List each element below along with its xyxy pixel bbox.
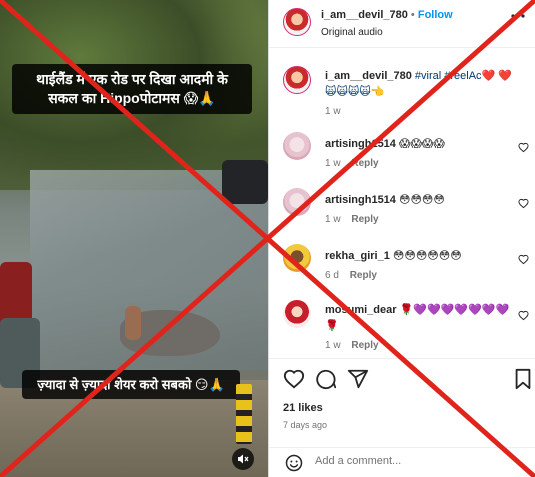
- avatar[interactable]: [283, 188, 311, 216]
- video-caption-top: थाईलैंड में एक रोड पर दिखा आदमी के सकल क…: [12, 64, 252, 114]
- comment-time: 1 w: [325, 158, 341, 169]
- heart-icon[interactable]: [517, 254, 529, 266]
- list-item: artisingh1514 😱😱😱😱: [325, 136, 445, 152]
- comment-meta: 1 w Reply: [325, 214, 379, 225]
- comment-input[interactable]: [315, 455, 515, 467]
- heart-icon[interactable]: [517, 310, 529, 322]
- comment-time: 1 w: [325, 214, 341, 225]
- comment-text: 😱😱😱😱: [398, 138, 445, 150]
- smiley-icon[interactable]: [285, 454, 303, 477]
- reply-button[interactable]: Reply: [351, 340, 378, 351]
- avatar[interactable]: [283, 300, 311, 328]
- post-time: 7 days ago: [283, 420, 328, 430]
- audio-label[interactable]: Original audio: [321, 27, 383, 38]
- heart-icon[interactable]: [283, 368, 305, 390]
- separator-dot: •: [410, 9, 415, 21]
- avatar[interactable]: [283, 244, 311, 272]
- reply-button[interactable]: Reply: [351, 158, 378, 169]
- paper-plane-icon[interactable]: [347, 368, 369, 390]
- speaker-muted-icon[interactable]: [232, 448, 254, 470]
- comment-meta: 1 w Reply: [325, 340, 379, 351]
- post-panel: i_am__devil_780 • Follow Original audio …: [268, 0, 535, 477]
- more-horizontal-icon[interactable]: [510, 8, 526, 29]
- heart-icon[interactable]: [517, 142, 529, 154]
- comment-username[interactable]: artisingh1514: [325, 194, 396, 206]
- comment-meta: 6 d Reply: [325, 270, 377, 281]
- post-media[interactable]: थाईलैंड में एक रोड पर दिखा आदमी के सकल क…: [0, 0, 268, 477]
- comment-username[interactable]: rekha_giri_1: [325, 250, 390, 262]
- action-bar: [269, 358, 535, 398]
- media-signpost: [236, 384, 252, 444]
- post-author[interactable]: i_am__devil_780: [321, 9, 408, 21]
- add-comment-bar: [269, 447, 535, 477]
- reply-button[interactable]: Reply: [350, 270, 377, 281]
- comment-icon[interactable]: [315, 368, 337, 390]
- follow-button[interactable]: Follow: [418, 9, 453, 21]
- comment-meta: 1 w Reply: [325, 158, 379, 169]
- list-item: mosumi_dear 🌹💜💜💜💜💜💜💜🌹: [325, 302, 515, 334]
- comment-username[interactable]: mosumi_dear: [325, 304, 397, 316]
- likes-count[interactable]: 21 likes: [283, 402, 323, 414]
- avatar[interactable]: [283, 8, 311, 36]
- media-car-top-right: [222, 160, 268, 204]
- list-item: artisingh1514 😳😳😳😳: [325, 192, 445, 208]
- video-caption-bottom: ज़्यादा से ज़्यादा शेयर करो सबको 😏🙏: [22, 370, 240, 399]
- bookmark-icon[interactable]: [513, 368, 535, 390]
- reply-button[interactable]: Reply: [351, 214, 378, 225]
- caption-text: i_am__devil_780 #viral #reelAc❤️ ❤️ 🙀🙀🙀🙀…: [325, 68, 525, 100]
- comment-text: 😳😳😳😳: [398, 194, 445, 206]
- caption-username[interactable]: i_am__devil_780: [325, 70, 412, 82]
- comment-text: 😳😳😳😳😳😳: [392, 250, 462, 262]
- post-header: i_am__devil_780 • Follow Original audio: [269, 0, 535, 48]
- comment-time: 6 d: [325, 270, 339, 281]
- list-item: rekha_giri_1 😳😳😳😳😳😳: [325, 248, 462, 264]
- caption-time: 1 w: [325, 106, 341, 117]
- media-person: [125, 306, 141, 340]
- comment-username[interactable]: artisingh1514: [325, 138, 396, 150]
- heart-icon[interactable]: [517, 198, 529, 210]
- avatar[interactable]: [283, 66, 311, 94]
- avatar[interactable]: [283, 132, 311, 160]
- post-author-line: i_am__devil_780 • Follow: [321, 9, 453, 21]
- comment-time: 1 w: [325, 340, 341, 351]
